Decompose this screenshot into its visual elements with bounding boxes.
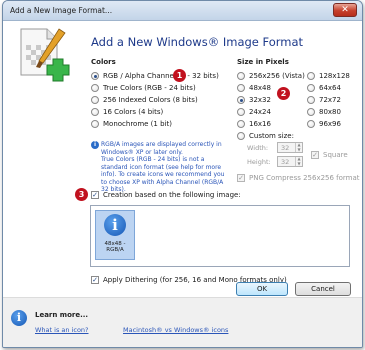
source-image-list[interactable]: i 48x48 - RGB/A bbox=[90, 205, 350, 267]
dialog-heading: Add a New Windows® Image Format bbox=[91, 35, 304, 49]
color-option-true-colors[interactable]: True Colors (RGB - 24 bits) bbox=[91, 83, 196, 93]
title-bar: Add a New Image Format... ✕ bbox=[3, 1, 362, 21]
creation-based-checkbox[interactable]: ✓ Creation based on the following image: bbox=[91, 190, 241, 200]
spinner-arrows-icon: ▲ ▼ bbox=[295, 142, 302, 152]
size-option-48[interactable]: 48x48 bbox=[237, 83, 271, 93]
size-option-label: 64x64 bbox=[319, 84, 341, 92]
radio-indicator bbox=[237, 108, 245, 116]
size-option-72[interactable]: 72x72 bbox=[307, 95, 341, 105]
height-value: 32 bbox=[281, 157, 290, 166]
radio-indicator bbox=[237, 120, 245, 128]
radio-indicator bbox=[91, 120, 99, 128]
radio-indicator bbox=[307, 84, 315, 92]
radio-indicator bbox=[307, 72, 315, 80]
radio-indicator bbox=[91, 72, 99, 80]
color-option-label: 16 Colors (4 bits) bbox=[103, 108, 164, 116]
annotation-badge-3: 3 bbox=[75, 188, 88, 201]
size-option-128[interactable]: 128x128 bbox=[307, 71, 350, 81]
radio-indicator bbox=[91, 108, 99, 116]
close-button[interactable]: ✕ bbox=[333, 3, 357, 17]
size-option-96[interactable]: 96x96 bbox=[307, 119, 341, 129]
annotation-badge-1: 1 bbox=[173, 69, 186, 82]
color-option-label: Monochrome (1 bit) bbox=[103, 120, 172, 128]
square-checkbox[interactable]: ✓ Square bbox=[311, 150, 348, 160]
close-icon: ✕ bbox=[341, 5, 349, 15]
png-compress-label: PNG Compress 256x256 format bbox=[249, 174, 360, 182]
radio-indicator bbox=[237, 132, 245, 140]
learn-more-title: Learn more... bbox=[35, 311, 89, 319]
checkbox-indicator: ✓ bbox=[237, 174, 245, 182]
document-brush-plus-icon bbox=[20, 28, 70, 82]
size-option-label: 96x96 bbox=[319, 120, 341, 128]
width-value: 32 bbox=[281, 143, 290, 152]
info-circle-icon: i bbox=[11, 310, 27, 326]
width-spinner[interactable]: 32 ▲ ▼ bbox=[277, 142, 303, 153]
creation-based-label: Creation based on the following image: bbox=[103, 191, 241, 199]
size-option-256[interactable]: 256x256 (Vista) bbox=[237, 71, 305, 81]
size-option-custom[interactable]: Custom size: bbox=[237, 131, 294, 141]
square-label: Square bbox=[323, 151, 348, 159]
dialog-window: Add a New Image Format... ✕ Add a New Wi… bbox=[2, 0, 363, 348]
colors-label: Colors bbox=[91, 58, 116, 66]
size-option-64[interactable]: 64x64 bbox=[307, 83, 341, 93]
size-option-32[interactable]: 32x32 bbox=[237, 95, 271, 105]
radio-indicator bbox=[91, 84, 99, 92]
learn-more-footer: i Learn more... What is an icon? Macinto… bbox=[3, 297, 362, 347]
color-option-label: RGB / Alpha Channel (1 - 32 bits) bbox=[103, 72, 219, 80]
size-option-16[interactable]: 16x16 bbox=[237, 119, 271, 129]
colors-info-text: RGB/A images are displayed correctly in … bbox=[101, 141, 225, 193]
radio-indicator bbox=[307, 96, 315, 104]
info-icon: i bbox=[91, 141, 99, 149]
image-caption: 48x48 - RGB/A bbox=[104, 241, 126, 253]
color-option-label: 256 Indexed Colors (8 bits) bbox=[103, 96, 198, 104]
color-option-rgba[interactable]: RGB / Alpha Channel (1 - 32 bits) bbox=[91, 71, 219, 81]
radio-indicator bbox=[237, 72, 245, 80]
checkbox-indicator: ✓ bbox=[91, 276, 99, 284]
size-option-label: 72x72 bbox=[319, 96, 341, 104]
height-spinner[interactable]: 32 ▲ ▼ bbox=[277, 156, 303, 167]
size-option-label: 48x48 bbox=[249, 84, 271, 92]
width-label: Width: bbox=[247, 144, 269, 152]
height-label: Height: bbox=[247, 158, 271, 166]
size-label: Size in Pixels bbox=[237, 58, 289, 66]
annotation-badge-2: 2 bbox=[277, 87, 290, 100]
source-image-item[interactable]: i 48x48 - RGB/A bbox=[95, 210, 135, 260]
info-image-icon: i bbox=[104, 214, 126, 236]
cancel-button[interactable]: Cancel bbox=[295, 282, 351, 296]
size-option-24[interactable]: 24x24 bbox=[237, 107, 271, 117]
ok-button[interactable]: OK bbox=[236, 282, 288, 296]
size-option-label: 32x32 bbox=[249, 96, 271, 104]
color-option-label: True Colors (RGB - 24 bits) bbox=[103, 84, 196, 92]
color-option-mono[interactable]: Monochrome (1 bit) bbox=[91, 119, 172, 129]
size-option-80[interactable]: 80x80 bbox=[307, 107, 341, 117]
size-option-label: 128x128 bbox=[319, 72, 350, 80]
what-is-icon-link[interactable]: What is an icon? bbox=[35, 326, 89, 334]
window-title: Add a New Image Format... bbox=[10, 6, 113, 15]
png-compress-checkbox[interactable]: ✓ PNG Compress 256x256 format bbox=[237, 173, 360, 183]
size-option-label: 24x24 bbox=[249, 108, 271, 116]
radio-indicator bbox=[237, 96, 245, 104]
size-option-label: 256x256 (Vista) bbox=[249, 72, 305, 80]
size-option-label: Custom size: bbox=[249, 132, 294, 140]
size-option-label: 80x80 bbox=[319, 108, 341, 116]
radio-indicator bbox=[307, 120, 315, 128]
radio-indicator bbox=[91, 96, 99, 104]
checkbox-indicator: ✓ bbox=[311, 151, 319, 159]
radio-indicator bbox=[307, 108, 315, 116]
color-option-256[interactable]: 256 Indexed Colors (8 bits) bbox=[91, 95, 198, 105]
dialog-content: Add a New Windows® Image Format Colors R… bbox=[3, 21, 362, 297]
radio-indicator bbox=[237, 84, 245, 92]
spinner-arrows-icon: ▲ ▼ bbox=[295, 156, 302, 166]
size-option-label: 16x16 bbox=[249, 120, 271, 128]
mac-vs-windows-link[interactable]: Macintosh® vs Windows® icons bbox=[123, 326, 228, 334]
color-option-16[interactable]: 16 Colors (4 bits) bbox=[91, 107, 163, 117]
checkbox-indicator: ✓ bbox=[91, 191, 99, 199]
